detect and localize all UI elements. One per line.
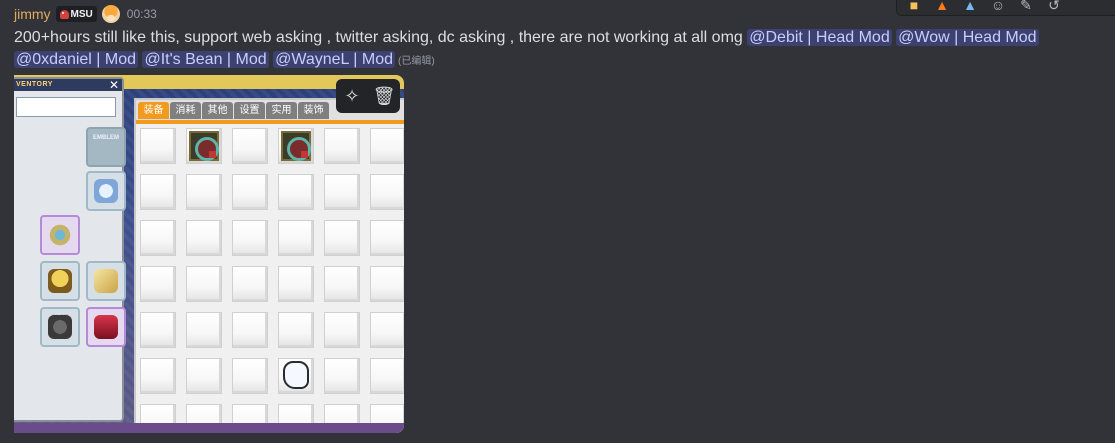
reply-icon[interactable]: ↺ [1043, 0, 1065, 13]
username[interactable]: jimmy [14, 6, 51, 22]
pray-icon[interactable]: ▲ [959, 0, 981, 13]
inventory-cell[interactable] [278, 358, 314, 394]
inventory-cell[interactable] [186, 266, 222, 302]
mention-debit[interactable]: @Debit | Head Mod [747, 29, 892, 46]
inventory-cell[interactable] [370, 266, 404, 302]
inventory-cell[interactable] [186, 220, 222, 256]
mushroom-icon [59, 9, 69, 19]
thumbs-up-icon[interactable]: ■ [903, 0, 925, 13]
inventory-cell[interactable] [186, 312, 222, 348]
inventory-cell[interactable] [370, 128, 404, 164]
inventory-cell[interactable] [186, 358, 222, 394]
inventory-cell[interactable] [232, 266, 268, 302]
inventory-cell[interactable] [278, 174, 314, 210]
inventory-cell[interactable] [370, 220, 404, 256]
scroll-icon [94, 269, 118, 293]
inventory-cell[interactable] [140, 312, 176, 348]
inventory-cell[interactable] [278, 220, 314, 256]
server-tag-label: MSU [70, 8, 93, 20]
attachment-toolbar: ✧ 🗑 [336, 79, 400, 113]
tab-equip[interactable]: 装备 [138, 102, 169, 119]
equipment-search-field[interactable] [16, 97, 116, 117]
inventory-cell[interactable] [140, 174, 176, 210]
inventory-cell[interactable] [186, 174, 222, 210]
trash-icon[interactable]: 🗑 [372, 84, 396, 108]
mention-its-bean[interactable]: @It's Bean | Mod [142, 51, 269, 68]
server-tag-badge[interactable]: MSU [55, 6, 97, 22]
close-icon[interactable]: ✕ [109, 78, 119, 92]
inventory-tab-underline [136, 120, 404, 124]
tab-setup[interactable]: 设置 [234, 102, 265, 119]
cape-slot[interactable] [86, 307, 126, 347]
apps-icon[interactable]: ✧ [340, 84, 364, 108]
pendant-slot[interactable] [40, 215, 80, 255]
fire-icon[interactable]: ▲ [931, 0, 953, 13]
message-action-bar: ■ ▲ ▲ ☺ ✎ ↺ [896, 0, 1115, 16]
inventory-cell[interactable] [324, 312, 360, 348]
glove-slot[interactable]: SLOT [40, 307, 80, 347]
inventory-cell[interactable] [232, 312, 268, 348]
tab-etc[interactable]: 其他 [202, 102, 233, 119]
edit-icon[interactable]: ✎ [1015, 0, 1037, 13]
badge-slot[interactable] [86, 171, 126, 211]
mention-waynel[interactable]: @WayneL | Mod [273, 51, 396, 68]
inventory-cell[interactable] [232, 174, 268, 210]
message-header: jimmy MSU 00:33 [14, 4, 157, 24]
role-icon[interactable] [101, 5, 120, 23]
inventory-cell[interactable] [232, 128, 268, 164]
message-gutter [0, 0, 14, 443]
inventory-cell[interactable] [278, 312, 314, 348]
message-content: 200+hours still like this, support web a… [14, 27, 1054, 73]
equipment-window-title: VENTORY [16, 81, 53, 88]
tab-consume[interactable]: 消耗 [170, 102, 201, 119]
tab-utility[interactable]: 实用 [266, 102, 297, 119]
inventory-cell[interactable] [324, 358, 360, 394]
item-tag-icon [301, 151, 308, 158]
inventory-cell[interactable] [140, 266, 176, 302]
hand-cursor-icon [283, 361, 309, 389]
golden-helmet-icon [48, 269, 72, 293]
equipment-window: VENTORY ✕ EMBLEM SLOT [14, 77, 126, 422]
ring-item-icon [281, 131, 311, 161]
ring-item-icon [189, 131, 219, 161]
inventory-cell[interactable] [232, 220, 268, 256]
shield-badge-icon [94, 179, 118, 203]
edited-label: (已编辑) [398, 56, 435, 67]
inventory-cell[interactable] [278, 128, 314, 164]
timestamp[interactable]: 00:33 [127, 7, 157, 21]
inventory-cell[interactable] [324, 266, 360, 302]
emblem-slot[interactable]: EMBLEM [86, 127, 126, 167]
add-reaction-icon[interactable]: ☺ [987, 0, 1009, 13]
inventory-cell[interactable] [370, 358, 404, 394]
emblem-slot-label: EMBLEM [93, 135, 119, 141]
inventory-cell[interactable] [324, 220, 360, 256]
inventory-cell[interactable] [186, 128, 222, 164]
inventory-cell[interactable] [140, 358, 176, 394]
mention-0xdaniel[interactable]: @0xdaniel | Mod [14, 51, 139, 68]
inventory-cell[interactable] [324, 128, 360, 164]
inventory-cell[interactable] [232, 358, 268, 394]
game-bottom-strip [14, 423, 404, 433]
inventory-cell[interactable] [140, 220, 176, 256]
gauntlet-icon [48, 315, 72, 339]
scroll-slot[interactable] [86, 261, 126, 301]
red-cape-icon [94, 315, 118, 339]
tab-decoration[interactable]: 装饰 [298, 102, 329, 119]
necklace-icon [48, 223, 72, 247]
message-text: 200+hours still like this, support web a… [14, 29, 748, 46]
inventory-cell[interactable] [278, 266, 314, 302]
mention-wow[interactable]: @Wow | Head Mod [896, 29, 1039, 46]
inventory-cell[interactable] [370, 312, 404, 348]
inventory-window: 装备 消耗 其他 设置 实用 装饰 [134, 98, 404, 433]
inventory-cell[interactable] [370, 174, 404, 210]
helmet-slot[interactable] [40, 261, 80, 301]
item-tag-icon [209, 151, 216, 158]
image-attachment[interactable]: VENTORY ✕ EMBLEM SLOT 装备 消耗 其他 [14, 75, 404, 433]
inventory-cell[interactable] [324, 174, 360, 210]
inventory-cell[interactable] [140, 128, 176, 164]
